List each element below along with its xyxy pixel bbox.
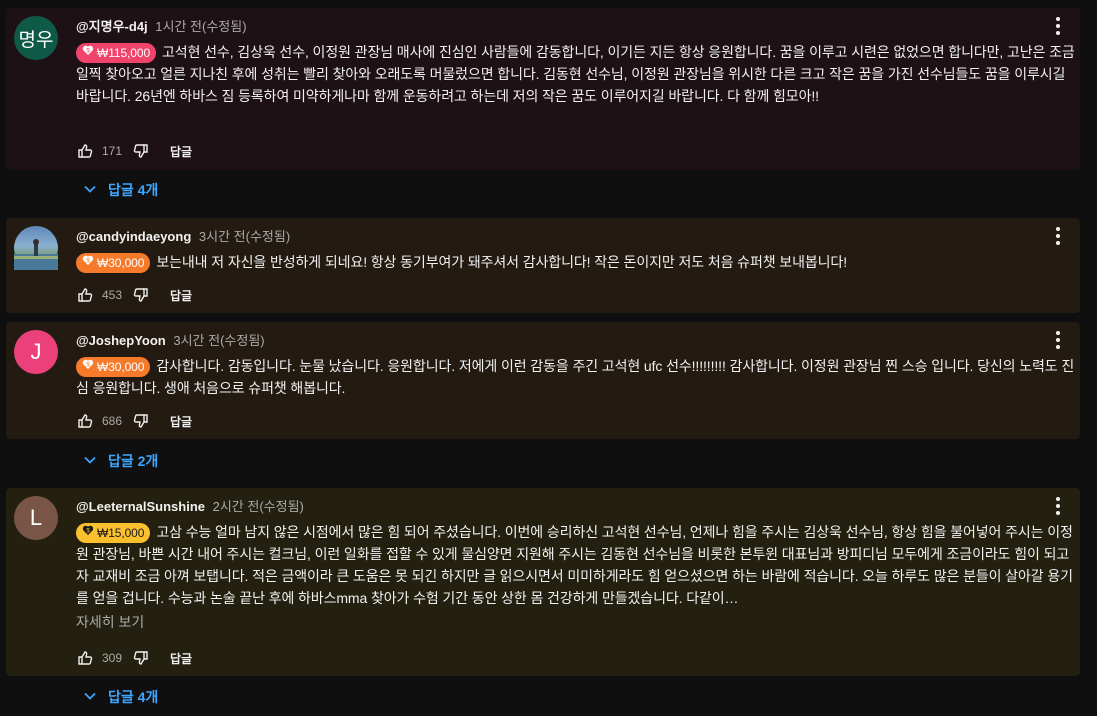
chevron-down-icon — [82, 181, 98, 200]
comment-actions: 453 답글 — [76, 286, 192, 304]
like-count: 171 — [102, 144, 123, 158]
reply-button[interactable]: 답글 — [170, 143, 192, 160]
avatar[interactable] — [14, 226, 58, 270]
like-icon[interactable] — [76, 649, 94, 667]
more-actions-icon[interactable] — [1050, 496, 1066, 516]
more-actions-icon[interactable] — [1050, 16, 1066, 36]
comment-actions: 171 답글 — [76, 142, 192, 160]
comment-body: $ ₩30,000 감사합니다. 감동입니다. 눈물 났습니다. 응원합니다. … — [76, 355, 1078, 399]
avatar[interactable]: 명우 — [14, 16, 58, 60]
heart-icon: $ — [82, 252, 94, 274]
comment-body: $ ₩15,000 고삼 수능 얼마 남지 않은 시점에서 많은 힘 되어 주셨… — [76, 521, 1078, 609]
comment-body: $ ₩115,000 고석현 선수, 김상욱 선수, 이정원 관장님 매사에 진… — [76, 41, 1078, 107]
more-actions-icon[interactable] — [1050, 226, 1066, 246]
like-count: 309 — [102, 651, 123, 665]
reply-button[interactable]: 답글 — [170, 287, 192, 304]
comment-text: 고석현 선수, 김상욱 선수, 이정원 관장님 매사에 진심인 사람들에 감동합… — [76, 44, 1075, 104]
heart-icon: $ — [82, 356, 94, 378]
comment-header: @candyindaeyong 3시간 전(수정됨) — [76, 226, 290, 245]
comment-thread: L @LeeternalSunshine 2시간 전(수정됨) $ ₩15,00… — [6, 488, 1080, 676]
comment-thread: J @JoshepYoon 3시간 전(수정됨) $ ₩30,000 감사합니다… — [6, 322, 1080, 439]
comment-text: 감사합니다. 감동입니다. 눈물 났습니다. 응원합니다. 저에게 이런 감동을… — [76, 358, 1075, 396]
like-icon[interactable] — [76, 412, 94, 430]
dislike-icon[interactable] — [132, 412, 150, 430]
chevron-down-icon — [82, 452, 98, 471]
author-name[interactable]: @지명우-d4j — [76, 19, 148, 34]
chevron-down-icon — [82, 688, 98, 707]
superchat-amount: ₩30,000 — [97, 360, 145, 374]
superchat-amount: ₩30,000 — [97, 256, 145, 270]
avatar[interactable]: L — [14, 496, 58, 540]
superchat-amount: ₩115,000 — [97, 46, 151, 60]
avatar-photo — [14, 239, 58, 270]
like-count: 453 — [102, 288, 123, 302]
author-name[interactable]: @LeeternalSunshine — [76, 499, 205, 514]
timestamp[interactable]: 2시간 전(수정됨) — [213, 499, 304, 514]
reply-button[interactable]: 답글 — [170, 413, 192, 430]
superchat-amount: ₩15,000 — [97, 526, 145, 540]
author-name[interactable]: @JoshepYoon — [76, 333, 166, 348]
timestamp[interactable]: 1시간 전(수정됨) — [155, 19, 246, 34]
dislike-icon[interactable] — [132, 286, 150, 304]
like-count: 686 — [102, 414, 123, 428]
superchat-badge: $ ₩30,000 — [76, 356, 151, 378]
replies-count-label: 답글 4개 — [108, 689, 159, 705]
replies-count-label: 답글 2개 — [108, 453, 159, 469]
avatar[interactable]: J — [14, 330, 58, 374]
comment-header: @LeeternalSunshine 2시간 전(수정됨) — [76, 496, 304, 515]
like-icon[interactable] — [76, 142, 94, 160]
view-replies-button[interactable]: 답글 2개 — [82, 451, 158, 471]
comment-actions: 686 답글 — [76, 412, 192, 430]
view-replies-button[interactable]: 답글 4개 — [82, 687, 158, 707]
superchat-badge: $ ₩115,000 — [76, 42, 157, 64]
comment-actions: 309 답글 — [76, 649, 192, 667]
read-more-link[interactable]: 자세히 보기 — [76, 612, 144, 632]
comment-text: 고삼 수능 얼마 남지 않은 시점에서 많은 힘 되어 주셨습니다. 이번에 승… — [76, 524, 1073, 606]
comment-body: $ ₩30,000 보는내내 저 자신을 반성하게 되네요! 항상 동기부여가 … — [76, 251, 1078, 273]
timestamp[interactable]: 3시간 전(수정됨) — [173, 333, 264, 348]
superchat-badge: $ ₩30,000 — [76, 252, 151, 274]
view-replies-button[interactable]: 답글 4개 — [82, 180, 158, 200]
comment-thread: 명우 @지명우-d4j 1시간 전(수정됨) $ ₩115,000 고석현 선수… — [6, 8, 1080, 170]
superchat-badge: $ ₩15,000 — [76, 522, 151, 544]
timestamp[interactable]: 3시간 전(수정됨) — [199, 229, 290, 244]
comment-header: @JoshepYoon 3시간 전(수정됨) — [76, 330, 265, 349]
more-actions-icon[interactable] — [1050, 330, 1066, 350]
comment-thread: @candyindaeyong 3시간 전(수정됨) $ ₩30,000 보는내… — [6, 218, 1080, 313]
comment-text: 보는내내 저 자신을 반성하게 되네요! 항상 동기부여가 돼주셔서 감사합니다… — [156, 254, 847, 270]
replies-count-label: 답글 4개 — [108, 182, 159, 198]
heart-icon: $ — [82, 42, 94, 64]
author-name[interactable]: @candyindaeyong — [76, 229, 191, 244]
comment-header: @지명우-d4j 1시간 전(수정됨) — [76, 16, 247, 35]
reply-button[interactable]: 답글 — [170, 650, 192, 667]
dislike-icon[interactable] — [132, 649, 150, 667]
dislike-icon[interactable] — [132, 142, 150, 160]
heart-icon: $ — [82, 522, 94, 544]
like-icon[interactable] — [76, 286, 94, 304]
